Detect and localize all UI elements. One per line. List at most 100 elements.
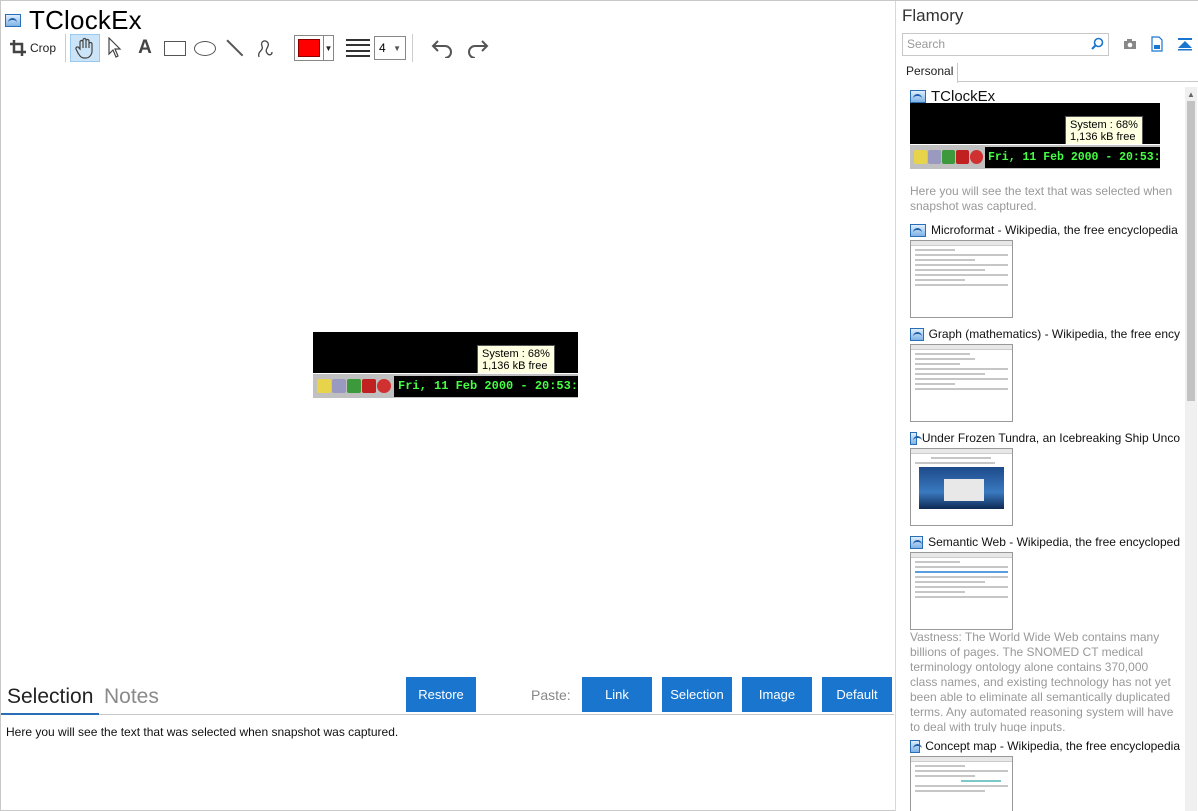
color-swatch xyxy=(298,39,320,57)
list-item-thumbnail[interactable] xyxy=(910,552,1013,630)
list-item-title[interactable]: Microformat - Wikipedia, the free encycl… xyxy=(910,222,1180,238)
list-item-title[interactable]: Under Frozen Tundra, an Icebreaking Ship… xyxy=(910,430,1180,446)
drawing-toolbar: Crop A ▼ 4 ▼ xyxy=(5,33,493,63)
paste-link-button[interactable]: Link xyxy=(582,677,652,712)
scroll-up-icon[interactable]: ▲ xyxy=(1185,87,1197,101)
color-picker[interactable]: ▼ xyxy=(294,35,334,61)
sidebar-scrollbar[interactable]: ▲ xyxy=(1185,87,1197,811)
tab-selection[interactable]: Selection xyxy=(0,685,100,715)
search-placeholder: Search xyxy=(907,37,946,51)
pointer-icon xyxy=(108,37,122,58)
app-window: TClockEx Crop A ▼ 4 ▼ System: 68% 1,136… xyxy=(0,0,1198,811)
list-item-title[interactable]: Semantic Web - Wikipedia, the free encyc… xyxy=(910,534,1180,550)
list-item-title[interactable]: Graph (mathematics) - Wikipedia, the fre… xyxy=(910,326,1180,342)
hand-tool-button[interactable] xyxy=(70,34,100,62)
sidebar-tabs: Personal xyxy=(902,63,1198,83)
line-width-select[interactable]: 4 ▼ xyxy=(374,36,406,60)
rectangle-tool-button[interactable] xyxy=(160,34,190,62)
trash-icon xyxy=(956,150,969,164)
flamory-sidebar: Flamory Search Personal TClockEx System … xyxy=(895,1,1198,811)
tooltip-line-2: 1,136 kB free xyxy=(1070,131,1136,143)
freehand-icon xyxy=(257,40,273,58)
paste-label: Paste: xyxy=(531,687,571,703)
hand-icon xyxy=(75,37,93,59)
scrollbar-thumb[interactable] xyxy=(1187,101,1195,401)
close-icon xyxy=(377,379,391,393)
chevron-down-icon: ▼ xyxy=(323,36,333,60)
printer-icon xyxy=(347,379,361,393)
list-item-description: Vastness: The World Wide Web contains ma… xyxy=(910,630,1174,732)
printer-icon xyxy=(942,150,955,164)
flamory-icon xyxy=(910,535,924,549)
redo-button[interactable] xyxy=(463,34,493,62)
tab-personal[interactable]: Personal xyxy=(902,63,959,83)
document-icon xyxy=(1151,36,1163,52)
list-item-title[interactable]: Concept map - Wikipedia, the free encycl… xyxy=(910,738,1180,754)
redo-icon xyxy=(468,40,489,58)
item-title-text: Concept map - Wikipedia, the free encycl… xyxy=(925,739,1180,753)
restore-button[interactable]: Restore xyxy=(406,677,476,712)
search-input[interactable]: Search xyxy=(902,33,1109,56)
ellipse-tool-button[interactable] xyxy=(190,34,220,62)
crop-label: Crop xyxy=(29,41,56,55)
close-icon xyxy=(970,150,983,164)
search-icon[interactable] xyxy=(1091,37,1104,50)
tooltip-line-1: System : 68% xyxy=(482,348,550,360)
paste-default-button[interactable]: Default xyxy=(822,677,892,712)
flamory-icon xyxy=(910,223,926,237)
clock-text: Fri, 11 Feb 2000 - 20:53:04 xyxy=(988,150,1160,164)
list-item-thumbnail[interactable]: System : 68% 1,136 kB free Fri, 11 Feb 2… xyxy=(910,103,1160,169)
chevron-down-icon: ▼ xyxy=(393,43,401,53)
flamory-icon xyxy=(910,431,922,445)
trash-icon xyxy=(362,379,376,393)
item-title-text: Semantic Web - Wikipedia, the free encyc… xyxy=(928,535,1180,549)
flamory-icon xyxy=(5,13,21,27)
document-title: TClockEx xyxy=(29,4,142,35)
paste-selection-button[interactable]: Selection xyxy=(662,677,732,712)
snapshot-editor: TClockEx Crop A ▼ 4 ▼ System: 68% 1,136… xyxy=(0,1,894,811)
new-page-button[interactable] xyxy=(1148,35,1166,53)
text-tool-button[interactable]: A xyxy=(130,34,160,62)
camera-icon xyxy=(1124,39,1136,49)
crop-button[interactable]: Crop xyxy=(5,34,61,62)
calculator-icon xyxy=(332,379,346,393)
paste-image-button[interactable]: Image xyxy=(742,677,812,712)
item-title-text: Microformat - Wikipedia, the free encycl… xyxy=(931,223,1178,237)
collapse-icon xyxy=(1178,38,1192,51)
toolbar-divider xyxy=(412,34,413,62)
calculator-icon xyxy=(928,150,941,164)
list-item-thumbnail[interactable] xyxy=(910,240,1013,318)
line-icon xyxy=(226,39,244,57)
snapshot-list: TClockEx System : 68% 1,136 kB free Fri,… xyxy=(910,87,1180,811)
folder-icon xyxy=(317,379,331,393)
list-item-thumbnail[interactable] xyxy=(910,448,1013,526)
flamory-icon xyxy=(910,739,923,753)
memory-tooltip: System : 68% 1,136 kB free xyxy=(1065,116,1143,146)
collapse-button[interactable] xyxy=(1176,35,1194,53)
freehand-tool-button[interactable] xyxy=(250,34,280,62)
line-tool-button[interactable] xyxy=(220,34,250,62)
folder-icon xyxy=(914,150,927,164)
item-title-text: Graph (mathematics) - Wikipedia, the fre… xyxy=(928,327,1180,341)
list-item-thumbnail[interactable] xyxy=(910,344,1013,422)
undo-button[interactable] xyxy=(427,34,457,62)
snapshot-image[interactable]: System : 68% 1,136 kB free Fri, 11 Feb 2… xyxy=(313,332,578,398)
flamory-icon xyxy=(910,89,926,103)
camera-button[interactable] xyxy=(1121,35,1139,53)
taskbar-clock: Fri, 11 Feb 2000 - 20:53:04 xyxy=(394,375,578,397)
taskbar: Fri, 11 Feb 2000 - 20:53:04 xyxy=(313,373,578,398)
rectangle-icon xyxy=(164,40,186,56)
item-title-text: TClockEx xyxy=(931,87,996,105)
selection-text[interactable]: Here you will see the text that was sele… xyxy=(6,725,398,739)
brand-title: Flamory xyxy=(902,6,964,25)
flamory-icon xyxy=(910,327,924,341)
tray-icons xyxy=(910,150,983,164)
clock-text: Fri, 11 Feb 2000 - 20:53:04 xyxy=(398,379,578,393)
pointer-tool-button[interactable] xyxy=(100,34,130,62)
ship-photo xyxy=(919,467,1004,509)
tooltip-line-2: 1,136 kB free xyxy=(482,360,548,372)
list-item-thumbnail[interactable] xyxy=(910,756,1013,811)
tab-notes[interactable]: Notes xyxy=(104,685,159,709)
taskbar-clock: Fri, 11 Feb 2000 - 20:53:04 xyxy=(985,146,1160,168)
toolbar-divider xyxy=(65,34,66,62)
